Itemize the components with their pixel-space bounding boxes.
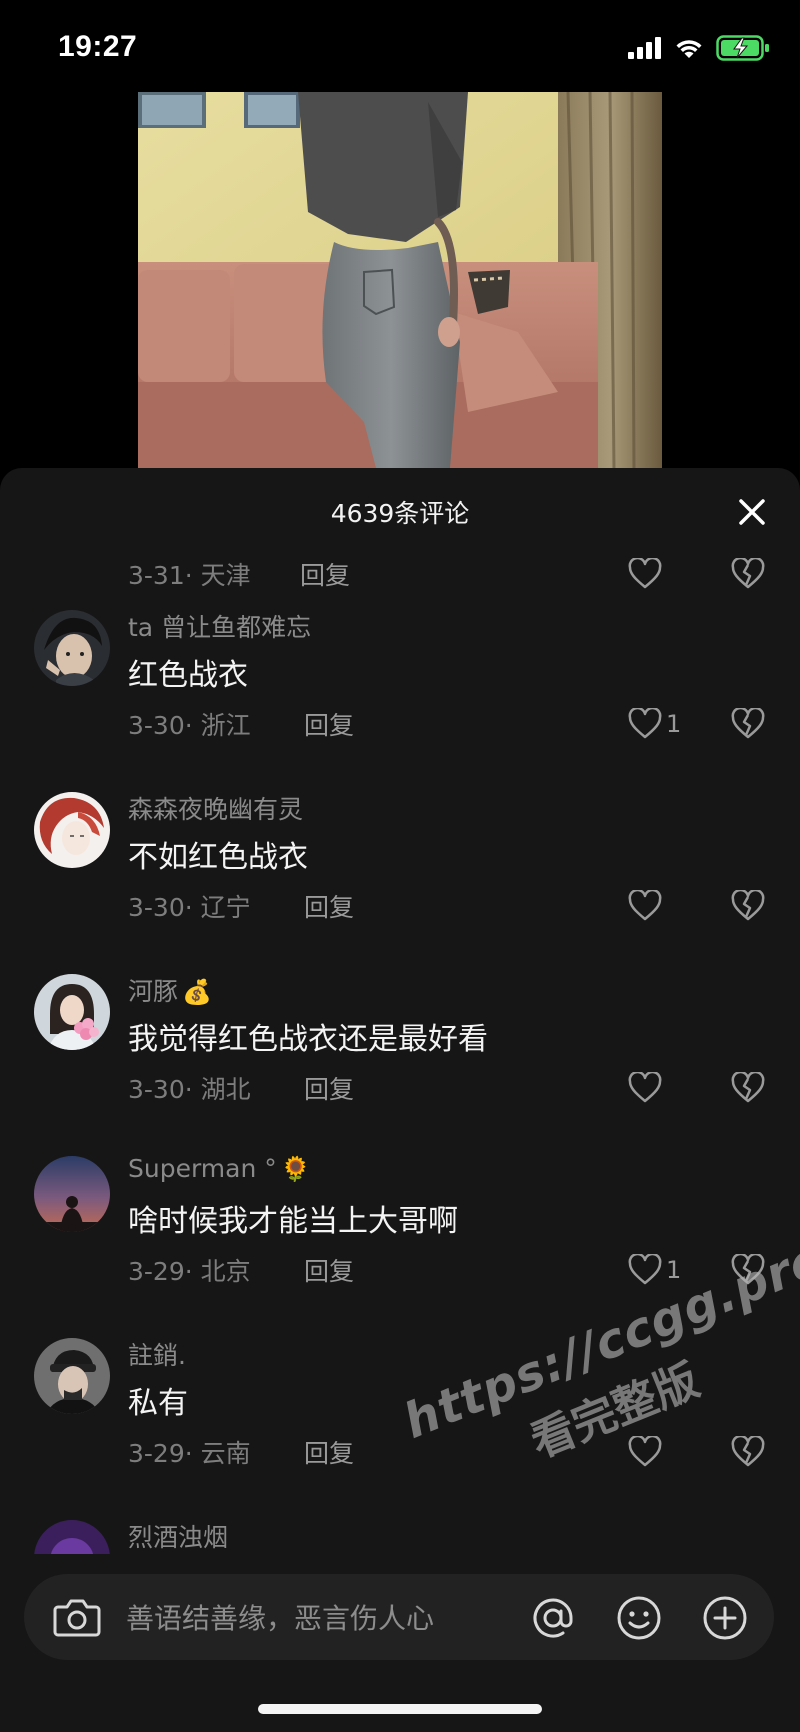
username-text: Superman ° — [128, 1154, 277, 1183]
status-icons — [628, 34, 770, 62]
signal-icon — [628, 37, 661, 59]
emoji-button[interactable] — [614, 1593, 664, 1643]
comment-meta: 3-29· 北京 回复 1 — [0, 1244, 800, 1294]
comment-item[interactable]: Superman ° 🌻 啥时候我才能当上大哥啊 3-29· 北京 回复 1 — [0, 1146, 800, 1328]
wifi-icon — [676, 40, 702, 58]
avatar[interactable] — [34, 1338, 110, 1414]
comment-text: 啥时候我才能当上大哥啊 — [128, 1204, 458, 1239]
comment-text: 私有 — [128, 1386, 188, 1421]
avatar[interactable] — [34, 610, 110, 686]
reply-button[interactable]: 回复 — [304, 1252, 354, 1288]
dislike-button[interactable] — [728, 554, 768, 594]
camera-icon — [53, 1599, 101, 1637]
close-button[interactable] — [730, 490, 774, 534]
emoji-icon — [617, 1596, 661, 1640]
username[interactable]: Superman ° 🌻 — [128, 1154, 311, 1183]
username-text: 河豚 — [128, 977, 179, 1006]
home-indicator[interactable] — [258, 1704, 542, 1714]
plus-icon — [703, 1596, 747, 1640]
broken-heart-icon — [731, 1254, 765, 1285]
avatar[interactable] — [34, 1156, 110, 1232]
heart-icon — [628, 890, 662, 921]
dislike-button[interactable] — [728, 886, 768, 926]
photo-illustration — [138, 92, 662, 468]
comment-text: 不如红色战衣 — [128, 840, 308, 875]
money-bag-badge: 💰 — [182, 978, 212, 1006]
avatar[interactable] — [34, 974, 110, 1050]
comments-header: 4639条评论 — [0, 468, 800, 554]
battery-charging-icon — [716, 35, 769, 61]
status-bar: 19:27 — [0, 0, 800, 92]
broken-heart-icon — [731, 708, 765, 739]
comment-input-pill — [24, 1574, 774, 1660]
comment-date-location: 3-29· 云南 — [128, 1439, 251, 1468]
comment-date-location: 3-30· 湖北 — [128, 1075, 251, 1104]
broken-heart-icon — [731, 890, 765, 921]
comment-input[interactable] — [124, 1592, 528, 1644]
reply-button[interactable]: 回复 — [304, 706, 354, 742]
like-count: 1 — [666, 710, 682, 738]
comment-meta: 3-30· 辽宁 回复 — [0, 880, 800, 930]
mention-button[interactable] — [528, 1593, 578, 1643]
at-icon — [533, 1598, 573, 1638]
dislike-button[interactable] — [728, 704, 768, 744]
username[interactable]: 河豚 💰 — [128, 972, 212, 1008]
reply-button[interactable]: 回复 — [300, 556, 350, 592]
heart-icon — [628, 1072, 662, 1103]
broken-heart-icon — [731, 558, 765, 589]
close-icon — [739, 499, 765, 525]
comment-item[interactable]: 河豚 💰 我觉得红色战衣还是最好看 3-30· 湖北 回复 — [0, 964, 800, 1146]
comment-item[interactable]: 森森夜晚幽有灵 不如红色战衣 3-30· 辽宁 回复 — [0, 782, 800, 964]
video-thumbnail[interactable] — [138, 92, 662, 468]
username[interactable]: 烈酒浊烟 — [128, 1518, 228, 1554]
comment-text: 红色战衣 — [128, 658, 248, 693]
comment-date-location: 3-30· 浙江 — [128, 711, 251, 740]
reply-button[interactable]: 回复 — [304, 1070, 354, 1106]
reply-button[interactable]: 回复 — [304, 1434, 354, 1470]
reply-button[interactable]: 回复 — [304, 888, 354, 924]
heart-icon — [628, 1254, 662, 1285]
add-button[interactable] — [700, 1593, 750, 1643]
comments-count-title: 4639条评论 — [330, 499, 470, 528]
like-button[interactable] — [628, 886, 666, 926]
like-button[interactable] — [628, 1432, 666, 1472]
like-button[interactable] — [628, 554, 662, 594]
comment-date-location: 3-31· 天津 — [128, 561, 251, 590]
like-button[interactable]: 1 — [628, 1250, 681, 1290]
comment-meta: 3-30· 湖北 回复 — [0, 1062, 800, 1112]
dislike-button[interactable] — [728, 1432, 768, 1472]
comment-meta-partial: 3-31· 天津 回复 — [0, 548, 800, 598]
heart-icon — [628, 558, 662, 589]
comment-list[interactable]: 3-31· 天津 回复 ta 曾让鱼都难忘 红色战衣 3-30· 浙江 回复 1… — [0, 548, 800, 1588]
comment-text: 我觉得红色战衣还是最好看 — [128, 1022, 488, 1057]
status-time: 19:27 — [58, 30, 138, 63]
broken-heart-icon — [731, 1072, 765, 1103]
comments-sheet: 4639条评论 3-31· 天津 回复 ta 曾让鱼都难忘 红色战衣 3-30·… — [0, 468, 800, 1732]
heart-icon — [628, 708, 662, 739]
comment-meta: 3-30· 浙江 回复 1 — [0, 698, 800, 748]
username[interactable]: 森森夜晚幽有灵 — [128, 790, 303, 826]
camera-button[interactable] — [52, 1593, 102, 1641]
like-button[interactable] — [628, 1068, 666, 1108]
dislike-button[interactable] — [728, 1250, 768, 1290]
comment-date-location: 3-29· 北京 — [128, 1257, 251, 1286]
heart-icon — [628, 1436, 662, 1467]
comment-input-bar — [0, 1554, 800, 1732]
username[interactable]: ta 曾让鱼都难忘 — [128, 608, 311, 644]
comment-item[interactable]: 註銷. 私有 3-29· 云南 回复 — [0, 1328, 800, 1510]
username[interactable]: 註銷. — [128, 1336, 186, 1372]
like-count: 1 — [666, 1256, 682, 1284]
dislike-button[interactable] — [728, 1068, 768, 1108]
broken-heart-icon — [731, 1436, 765, 1467]
like-button[interactable]: 1 — [628, 704, 681, 744]
avatar[interactable] — [34, 792, 110, 868]
video-area[interactable] — [0, 92, 800, 468]
sunflower-badge: 🌻 — [280, 1155, 311, 1183]
comment-meta: 3-29· 云南 回复 — [0, 1426, 800, 1476]
comment-item[interactable]: ta 曾让鱼都难忘 红色战衣 3-30· 浙江 回复 1 — [0, 600, 800, 782]
comment-date-location: 3-30· 辽宁 — [128, 893, 251, 922]
